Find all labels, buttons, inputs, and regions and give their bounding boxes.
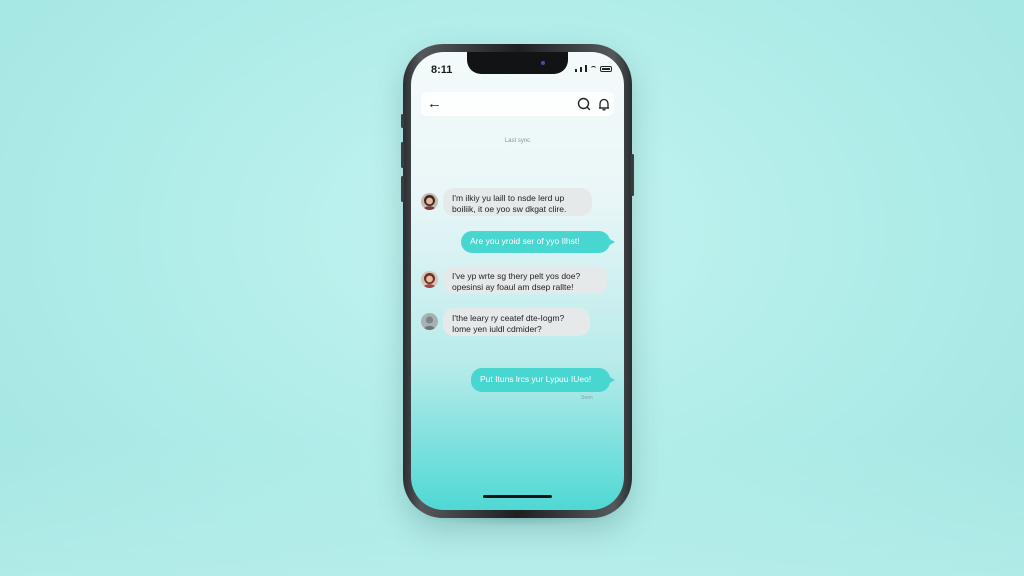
status-icons [575,65,612,72]
chat-bubble-icon[interactable] [576,96,592,112]
bell-icon[interactable] [596,96,612,112]
power-button [631,154,634,196]
chat-header: ← [421,92,614,116]
message-text: I'the leary ry ceatef dte-Iogm? [452,313,565,323]
message-text: Put Ituns lrcs yur Lypuu IUeo! [480,374,592,384]
date-label: Last sync [504,138,531,144]
message-text: I'm ilkiy yu laill to nsde lerd up [452,193,565,203]
contact-avatar[interactable] [421,313,438,330]
signal-icon [575,69,577,72]
message-text: I've yp wrte sg thery pelt yos doe? [452,271,581,281]
home-indicator[interactable] [483,495,552,498]
message-text: boiliik, it oe yoo sw dkgat clire. [452,204,567,214]
message-bubble-sent[interactable]: Are you yroid ser of yyo Ilhst! [461,231,615,253]
signal-icon [580,67,582,72]
back-arrow-icon[interactable]: ← [427,95,442,113]
message-status: Seen [581,395,593,401]
message-text: opesinsi ay foaul am dsep rallte! [452,282,574,292]
signal-icon [585,65,587,72]
wifi-icon [590,66,597,72]
status-time: 8:11 [431,64,453,76]
message-bubble[interactable]: I've yp wrte sg thery pelt yos doe? opes… [443,266,607,294]
phone-screen: 8:11 ← Last sync I'm ilkiy yu laill to n… [411,52,624,510]
phone-device: 8:11 ← Last sync I'm ilkiy yu laill to n… [401,44,634,518]
contact-avatar[interactable] [421,271,438,288]
mute-switch [401,114,404,128]
message-bubble[interactable]: I'm ilkiy yu laill to nsde lerd up boili… [443,188,592,216]
battery-icon [600,66,612,72]
message-bubble[interactable]: I'the leary ry ceatef dte-Iogm? Iome yen… [443,308,590,336]
message-text: Are you yroid ser of yyo Ilhst! [470,236,580,246]
notch [467,52,568,74]
volume-up-button [401,142,404,168]
volume-down-button [401,176,404,202]
front-camera [541,61,545,65]
contact-avatar[interactable] [421,193,438,210]
message-bubble-sent[interactable]: Put Ituns lrcs yur Lypuu IUeo! [471,368,615,392]
message-text: Iome yen iuldl cdmider? [452,324,542,334]
